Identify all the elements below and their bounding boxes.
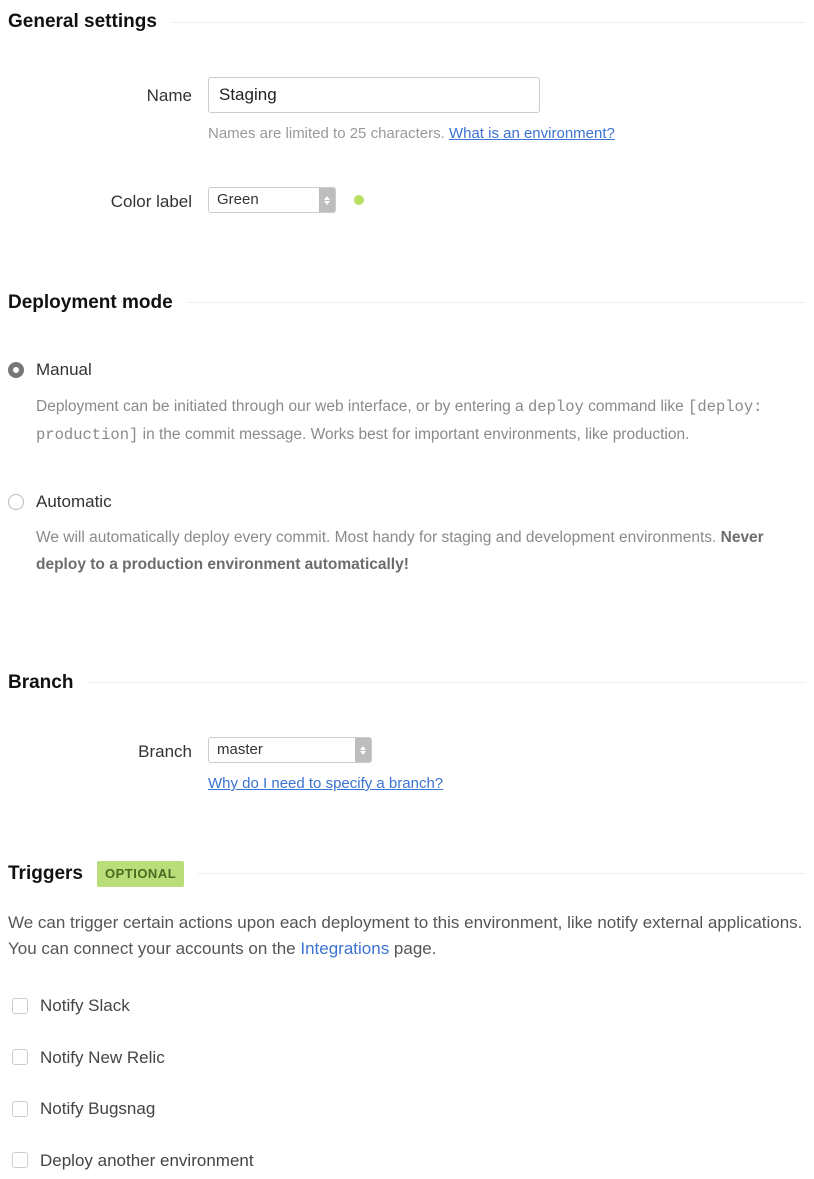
checkbox-unchecked-icon xyxy=(12,1049,28,1065)
branch-select[interactable]: master xyxy=(208,737,372,763)
trigger-label: Notify Slack xyxy=(40,993,130,1019)
triggers-intro: We can trigger certain actions upon each… xyxy=(8,910,806,961)
section-rule xyxy=(198,873,806,874)
why-branch-link[interactable]: Why do I need to specify a branch? xyxy=(208,775,443,792)
section-triggers-header: Triggers OPTIONAL xyxy=(8,860,806,889)
mode-automatic-option[interactable]: Automatic xyxy=(8,489,806,515)
name-label: Name xyxy=(8,77,208,109)
checkbox-unchecked-icon xyxy=(12,998,28,1014)
mode-automatic-label: Automatic xyxy=(36,489,112,515)
mode-manual-label: Manual xyxy=(36,357,92,383)
mode-manual-desc: Deployment can be initiated through our … xyxy=(36,393,806,449)
checkbox-unchecked-icon xyxy=(12,1152,28,1168)
color-select[interactable]: Green xyxy=(208,187,336,213)
name-input[interactable] xyxy=(208,77,540,113)
trigger-notify-newrelic[interactable]: Notify New Relic xyxy=(12,1045,806,1071)
branch-help: Why do I need to specify a branch? xyxy=(208,773,806,796)
section-general-title: General settings xyxy=(8,8,157,37)
what-is-environment-link[interactable]: What is an environment? xyxy=(449,125,615,142)
section-deployment-title: Deployment mode xyxy=(8,289,173,318)
mode-manual-option[interactable]: Manual xyxy=(8,357,806,383)
trigger-notify-slack[interactable]: Notify Slack xyxy=(12,993,806,1019)
branch-select-value: master xyxy=(209,739,355,762)
trigger-label: Notify Bugsnag xyxy=(40,1096,155,1122)
section-branch-title: Branch xyxy=(8,669,73,698)
branch-row: Branch master Why do I need to specify a… xyxy=(8,737,806,796)
mode-automatic-block: Automatic We will automatically deploy e… xyxy=(8,489,806,579)
trigger-label: Deploy another environment xyxy=(40,1148,254,1174)
branch-control: master Why do I need to specify a branch… xyxy=(208,737,806,796)
section-branch-header: Branch xyxy=(8,669,806,698)
section-triggers-title: Triggers xyxy=(8,860,83,889)
name-help-text: Names are limited to 25 characters. xyxy=(208,125,449,142)
color-label: Color label xyxy=(8,187,208,215)
color-row: Color label Green xyxy=(8,187,806,215)
section-rule xyxy=(187,302,806,303)
color-control: Green xyxy=(208,187,806,213)
section-rule xyxy=(87,682,806,683)
chevron-updown-icon xyxy=(319,188,335,212)
color-swatch-icon xyxy=(354,195,364,205)
radio-unchecked-icon xyxy=(8,494,24,510)
mode-manual-block: Manual Deployment can be initiated throu… xyxy=(8,357,806,449)
name-help: Names are limited to 25 characters. What… xyxy=(208,123,806,146)
name-control: Names are limited to 25 characters. What… xyxy=(208,77,806,146)
name-row: Name Names are limited to 25 characters.… xyxy=(8,77,806,146)
code-deploy: deploy xyxy=(528,398,584,416)
chevron-updown-icon xyxy=(355,738,371,762)
optional-badge: OPTIONAL xyxy=(97,861,184,887)
integrations-link[interactable]: Integrations xyxy=(300,939,389,958)
branch-label: Branch xyxy=(8,737,208,765)
section-deployment-header: Deployment mode xyxy=(8,289,806,318)
trigger-deploy-another[interactable]: Deploy another environment xyxy=(12,1148,806,1174)
section-rule xyxy=(171,22,806,23)
section-general-header: General settings xyxy=(8,8,806,37)
radio-checked-icon xyxy=(8,362,24,378)
checkbox-unchecked-icon xyxy=(12,1101,28,1117)
trigger-label: Notify New Relic xyxy=(40,1045,165,1071)
color-select-value: Green xyxy=(209,189,319,212)
mode-automatic-desc: We will automatically deploy every commi… xyxy=(36,524,806,578)
trigger-notify-bugsnag[interactable]: Notify Bugsnag xyxy=(12,1096,806,1122)
